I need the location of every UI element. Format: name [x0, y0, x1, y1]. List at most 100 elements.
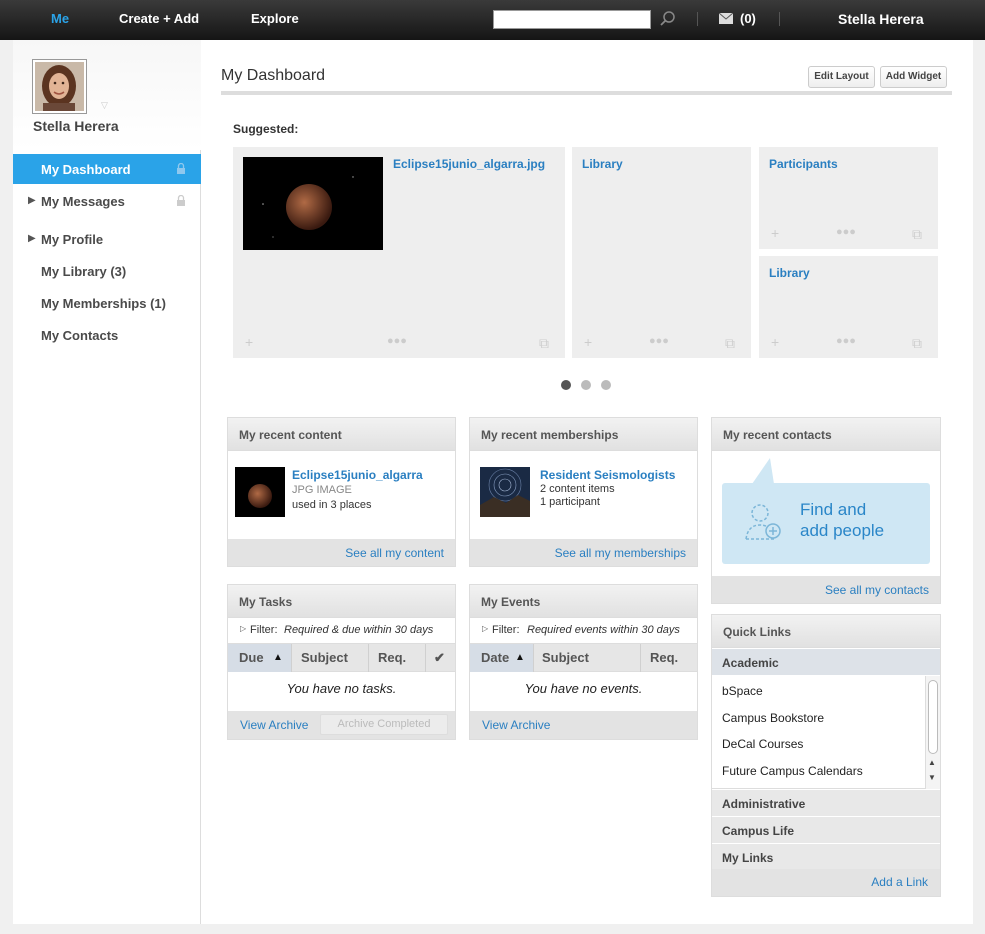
column-due[interactable]: Due ▲ [228, 644, 292, 672]
quick-links-section-administrative[interactable]: Administrative [712, 790, 940, 817]
sidebar-item-my-library[interactable]: My Library (3) [13, 256, 201, 286]
add-link-button[interactable]: Add a Link [871, 875, 928, 889]
share-icon[interactable]: ⧉ [725, 335, 735, 352]
widget-header[interactable]: My recent content [228, 418, 455, 451]
column-required[interactable]: Req. [641, 644, 697, 672]
people-icon[interactable]: ●●● [836, 335, 856, 347]
people-icon[interactable]: ●●● [836, 226, 856, 238]
tasks-column-headers: Due ▲ Subject Req. ✔ [228, 644, 455, 672]
divider [221, 91, 952, 95]
quick-link-item[interactable]: DeCal Courses [722, 737, 803, 751]
add-widget-button[interactable]: Add Widget [880, 66, 947, 88]
sidebar-item-my-dashboard[interactable]: My Dashboard [13, 154, 201, 184]
share-icon[interactable]: ⧉ [912, 226, 922, 243]
view-archive-link[interactable]: View Archive [240, 718, 308, 732]
nav-explore[interactable]: Explore [251, 11, 299, 26]
column-subject[interactable]: Subject [534, 644, 641, 672]
tile-link[interactable]: Eclipse15junio_algarra.jpg [393, 157, 545, 171]
widget-header[interactable]: My recent memberships [470, 418, 697, 451]
widget-header[interactable]: My Events [470, 585, 697, 618]
section-label: Campus Life [722, 824, 795, 838]
add-person-icon [745, 504, 781, 540]
widget-header[interactable]: Quick Links [712, 615, 940, 648]
widget-title: My Events [481, 595, 541, 609]
mail-icon[interactable] [719, 13, 733, 24]
column-label: Subject [542, 650, 589, 665]
nav-me[interactable]: Me [51, 11, 69, 26]
quick-link-item[interactable]: Campus Bookstore [722, 711, 824, 725]
column-date[interactable]: Date ▲ [470, 644, 534, 672]
see-all-content-link[interactable]: See all my content [345, 546, 444, 560]
tasks-filter[interactable]: ▷ Filter: Required & due within 30 days [228, 618, 455, 644]
plus-icon[interactable]: + [584, 334, 592, 350]
search-input[interactable] [493, 10, 651, 29]
widget-title: My recent memberships [481, 428, 619, 442]
sidebar-item-my-messages[interactable]: ▶ My Messages [13, 186, 201, 216]
events-filter[interactable]: ▷ Filter: Required events within 30 days [470, 618, 697, 644]
people-icon[interactable]: ●●● [649, 335, 669, 347]
lock-icon [177, 163, 185, 174]
share-icon[interactable]: ⧉ [539, 335, 549, 352]
find-people-button[interactable]: Find and add people [722, 483, 930, 564]
see-all-contacts-link[interactable]: See all my contacts [825, 583, 929, 597]
quick-link-item[interactable]: bSpace [722, 684, 763, 698]
suggested-tile[interactable]: Library + ●●● ⧉ [572, 147, 751, 358]
group-thumbnail[interactable] [480, 467, 530, 517]
carousel-dot[interactable] [581, 380, 591, 390]
quick-link-item[interactable]: Future Campus Calendars [722, 764, 863, 778]
column-completed[interactable]: ✔ [426, 644, 455, 672]
see-all-memberships-link[interactable]: See all my memberships [555, 546, 686, 560]
user-menu[interactable]: Stella Herera [838, 11, 924, 27]
archive-completed-button[interactable]: Archive Completed [320, 714, 448, 735]
events-widget: My Events ▷ Filter: Required events with… [469, 584, 698, 740]
section-label: Administrative [722, 797, 806, 811]
message-count[interactable]: (0) [740, 11, 756, 26]
quick-links-widget: Quick Links Academic bSpace Campus Books… [711, 614, 941, 897]
content-item-title[interactable]: Eclipse15junio_algarra [292, 468, 423, 482]
search-icon[interactable] [659, 10, 677, 28]
avatar[interactable] [32, 59, 87, 114]
suggested-tile[interactable]: Library + ●●● ⧉ [759, 256, 938, 358]
widget-footer: See all my content [228, 539, 455, 566]
carousel-dot[interactable] [601, 380, 611, 390]
nav-create-add[interactable]: Create + Add [119, 11, 199, 26]
view-archive-link[interactable]: View Archive [482, 718, 550, 732]
suggested-tile[interactable]: Eclipse15junio_algarra.jpg + ●●● ⧉ [233, 147, 565, 358]
plus-icon[interactable]: + [245, 334, 253, 350]
people-icon[interactable]: ●●● [387, 335, 407, 347]
tile-link[interactable]: Library [769, 266, 810, 280]
chevron-down-icon[interactable]: ▽ [101, 100, 108, 111]
column-required[interactable]: Req. [369, 644, 426, 672]
expand-arrow-icon[interactable]: ▶ [28, 233, 36, 244]
filter-value: Required events within 30 days [527, 624, 680, 636]
sidebar-item-my-profile[interactable]: ▶ My Profile [13, 224, 201, 254]
content-thumbnail[interactable] [235, 467, 285, 517]
quick-links-section-my-links[interactable]: My Links [712, 844, 940, 871]
sidebar-item-label: My Dashboard [41, 162, 131, 177]
scrollbar-thumb[interactable] [928, 680, 938, 754]
carousel-dot[interactable] [561, 380, 571, 390]
sidebar-item-my-contacts[interactable]: My Contacts [13, 320, 201, 350]
membership-item-title[interactable]: Resident Seismologists [540, 468, 675, 482]
expand-arrow-icon[interactable]: ▶ [28, 195, 36, 206]
suggested-tile[interactable]: Participants + ●●● ⧉ [759, 147, 938, 249]
widget-header[interactable]: My recent contacts [712, 418, 940, 451]
disclosure-triangle-icon: ▷ [482, 624, 489, 633]
profile-name: Stella Herera [33, 118, 119, 134]
scroll-up-icon[interactable]: ▲ [928, 758, 936, 767]
sidebar-item-label: My Messages [41, 194, 125, 209]
column-subject[interactable]: Subject [292, 644, 369, 672]
sidebar-item-my-memberships[interactable]: My Memberships (1) [13, 288, 201, 318]
widget-header[interactable]: My Tasks [228, 585, 455, 618]
section-label: Academic [722, 656, 779, 670]
plus-icon[interactable]: + [771, 225, 779, 241]
scroll-down-icon[interactable]: ▼ [928, 773, 936, 782]
quick-links-section-campus-life[interactable]: Campus Life [712, 817, 940, 844]
tile-link[interactable]: Participants [769, 157, 838, 171]
plus-icon[interactable]: + [771, 334, 779, 350]
tile-link[interactable]: Library [582, 157, 623, 171]
scrollbar[interactable]: ▲ ▼ [925, 676, 940, 789]
edit-layout-button[interactable]: Edit Layout [808, 66, 875, 88]
share-icon[interactable]: ⧉ [912, 335, 922, 352]
quick-links-section-academic[interactable]: Academic [712, 649, 940, 676]
